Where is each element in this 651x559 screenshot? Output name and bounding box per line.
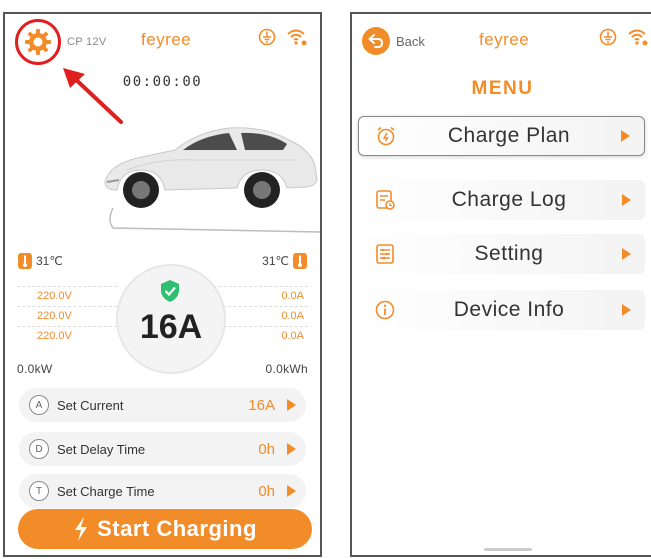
timer-icon: T (29, 481, 49, 501)
charge-timer: 00:00:00 (122, 74, 203, 90)
menu-item-charge-plan[interactable]: Charge Plan (358, 116, 645, 156)
start-charging-label: Start Charging (97, 516, 257, 541)
back-arrow-icon (362, 27, 390, 55)
menu-item-label: Device Info (453, 298, 565, 321)
set-current-value: 16A (248, 396, 275, 414)
set-delay-time-row[interactable]: D Set Delay Time 0h (19, 432, 306, 466)
start-charging-button[interactable]: Start Charging (18, 509, 312, 549)
play-arrow-icon (622, 304, 631, 316)
current-l1: 0.0A (281, 290, 304, 302)
divider (208, 306, 308, 307)
status-icons (599, 28, 649, 46)
current-l3: 0.0A (281, 330, 304, 342)
current-icon: A (29, 395, 49, 415)
info-icon (375, 300, 395, 320)
wifi-icon (287, 29, 307, 46)
set-delay-time-label: Set Delay Time (57, 441, 146, 457)
set-delay-time-value: 0h (258, 440, 275, 458)
play-arrow-icon (621, 130, 630, 142)
menu-item-label: Setting (474, 242, 544, 265)
play-arrow-icon (287, 399, 296, 411)
log-icon (376, 190, 395, 210)
wifi-icon (628, 29, 648, 46)
divider (17, 326, 117, 327)
current-value: 16A (139, 308, 203, 346)
temperature-left: 31℃ (17, 252, 63, 270)
current-l2: 0.0A (281, 310, 304, 322)
cp-voltage-label: CP 12V (67, 36, 107, 48)
home-indicator (484, 548, 532, 551)
back-label: Back (396, 33, 425, 49)
highlight-circle (15, 19, 61, 65)
energy-value: 0.0kWh (265, 362, 308, 376)
ground-icon (599, 28, 617, 46)
voltage-l1: 220.0V (37, 290, 72, 302)
back-button[interactable]: Back (362, 27, 425, 55)
menu-item-label: Charge Log (451, 188, 567, 211)
shield-check-icon (161, 280, 179, 302)
menu-item-label: Charge Plan (447, 124, 571, 147)
set-current-label: Set Current (57, 397, 124, 413)
menu-screen: Back feyree MENU Charge Plan Charge Log … (350, 12, 651, 557)
lightning-icon (75, 517, 88, 541)
divider (208, 286, 308, 287)
set-charge-time-row[interactable]: T Set Charge Time 0h (19, 474, 306, 508)
top-bar: Back feyree (352, 14, 651, 60)
set-charge-time-label: Set Charge Time (57, 483, 155, 499)
menu-title: MENU (471, 78, 534, 99)
settings-list-icon (376, 244, 394, 264)
top-bar: CP 12V feyree (5, 14, 320, 65)
voltage-l2: 220.0V (37, 310, 72, 322)
voltage-l3: 220.0V (37, 330, 72, 342)
home-screen: CP 12V feyree 00:00:00 31℃ 31℃ 220.0V 22… (3, 12, 322, 557)
delay-icon: D (29, 439, 49, 459)
play-arrow-icon (287, 485, 296, 497)
menu-item-charge-log[interactable]: Charge Log (358, 180, 645, 220)
thermometer-icon (293, 253, 307, 269)
power-value: 0.0kW (17, 362, 53, 376)
car-image (104, 127, 320, 233)
temperature-left-value: 31℃ (36, 254, 63, 268)
temperature-right-value: 31℃ (262, 254, 289, 268)
thermometer-icon (18, 253, 32, 269)
play-arrow-icon (287, 443, 296, 455)
alarm-clock-icon (377, 126, 395, 146)
play-arrow-icon (622, 248, 631, 260)
divider (17, 306, 117, 307)
status-icons (258, 28, 308, 46)
set-charge-time-value: 0h (258, 482, 275, 500)
brand-logo: feyree (479, 30, 530, 49)
play-arrow-icon (622, 194, 631, 206)
menu-item-device-info[interactable]: Device Info (358, 290, 645, 330)
menu-item-setting[interactable]: Setting (358, 234, 645, 274)
divider (17, 286, 117, 287)
ground-icon (258, 28, 276, 46)
current-display: 16A (118, 266, 224, 372)
set-current-row[interactable]: A Set Current 16A (19, 388, 306, 422)
brand-logo: feyree (141, 30, 192, 49)
temperature-right: 31℃ (262, 252, 308, 270)
